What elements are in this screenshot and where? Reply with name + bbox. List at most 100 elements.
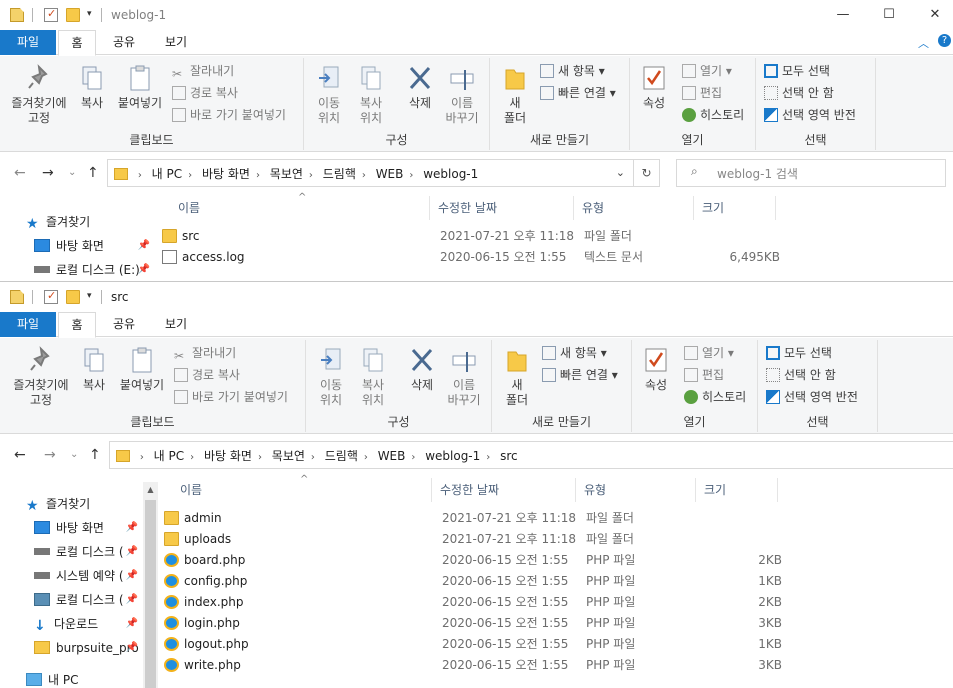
column-header-date[interactable]: 수정한 날짜: [434, 478, 576, 502]
nav-item-downloads[interactable]: ↓ 다운로드 📌: [34, 614, 142, 634]
nav-item-this-pc[interactable]: 내 PC: [26, 670, 154, 688]
nav-item-local-disk[interactable]: 로컬 디스크 (E:) 📌: [34, 260, 154, 280]
breadcrumb-item[interactable]: 목보연: [270, 167, 303, 181]
chevron-down-icon[interactable]: ▾: [87, 291, 95, 305]
column-header-size[interactable]: 크기: [698, 478, 778, 502]
copy-button[interactable]: 복사: [74, 64, 110, 111]
ribbon-collapse-icon[interactable]: ︿: [918, 35, 929, 51]
copy-path-button[interactable]: 경로 복사: [174, 366, 240, 384]
tab-home[interactable]: 홈: [58, 312, 96, 338]
nav-pane-scrollbar[interactable]: ▲: [143, 482, 158, 688]
up-arrow-icon[interactable]: ↑: [89, 447, 101, 463]
pin-to-quick-access-button[interactable]: 즐겨찾기에 고정: [4, 64, 74, 126]
delete-button[interactable]: 삭제: [402, 346, 442, 393]
select-all-button[interactable]: 모두 선택: [766, 344, 832, 362]
move-to-button[interactable]: 이동 위치: [310, 346, 352, 408]
breadcrumb-item[interactable]: 목보연: [272, 449, 305, 463]
properties-quick-icon[interactable]: [10, 8, 24, 22]
paste-shortcut-button[interactable]: 바로 가기 붙여넣기: [174, 388, 288, 406]
scroll-up-icon[interactable]: ▲: [143, 482, 158, 498]
delete-button[interactable]: 삭제: [400, 64, 440, 111]
tab-file[interactable]: 파일: [0, 312, 56, 337]
refresh-icon[interactable]: ↻: [634, 159, 660, 187]
nav-item-quick-access[interactable]: ★ 즐겨찾기: [26, 494, 154, 514]
move-to-button[interactable]: 이동 위치: [308, 64, 350, 126]
tab-share[interactable]: 공유: [104, 30, 144, 55]
new-item-button[interactable]: 새 항목 ▾: [542, 344, 607, 362]
new-folder-quick-icon[interactable]: [66, 290, 80, 304]
new-folder-quick-icon[interactable]: [66, 8, 80, 22]
rename-button[interactable]: 이름 바꾸기: [440, 64, 484, 126]
back-arrow-icon[interactable]: ←: [14, 165, 26, 181]
file-row[interactable]: index.php 2020-06-15 오전 1:55 PHP 파일 2KB: [162, 592, 782, 613]
scrollbar-thumb[interactable]: [145, 500, 156, 688]
properties-button[interactable]: 속성: [634, 64, 674, 111]
breadcrumb-item[interactable]: 바탕 화면: [204, 449, 252, 463]
new-folder-button[interactable]: 새 폴더: [494, 64, 536, 126]
copy-to-button[interactable]: 복사 위치: [350, 64, 392, 126]
column-header-size[interactable]: 크기: [696, 196, 776, 220]
recent-locations-icon[interactable]: ⌄: [68, 167, 76, 178]
file-row[interactable]: uploads 2021-07-21 오후 11:18 파일 폴더: [162, 529, 782, 550]
nav-item-local-disk[interactable]: 로컬 디스크 (📌: [34, 542, 142, 562]
recent-locations-icon[interactable]: ⌄: [70, 449, 78, 460]
copy-to-button[interactable]: 복사 위치: [352, 346, 394, 408]
close-icon[interactable]: ✕: [920, 4, 950, 26]
invert-selection-button[interactable]: 선택 영역 반전: [764, 106, 856, 124]
breadcrumb-item[interactable]: WEB: [378, 449, 406, 463]
cut-button[interactable]: ✂ 잘라내기: [172, 62, 234, 81]
copy-path-button[interactable]: 경로 복사: [172, 84, 238, 102]
nav-item-burpsuite[interactable]: burpsuite_pro 📌: [34, 638, 142, 658]
tab-file[interactable]: 파일: [0, 30, 56, 55]
forward-arrow-icon[interactable]: →: [44, 447, 56, 463]
pin-to-quick-access-button[interactable]: 즐겨찾기에 고정: [6, 346, 76, 408]
open-button[interactable]: 열기 ▾: [682, 62, 732, 80]
cut-button[interactable]: ✂ 잘라내기: [174, 344, 236, 363]
maximize-icon[interactable]: ☐: [874, 4, 904, 26]
copy-button[interactable]: 복사: [76, 346, 112, 393]
checkmark-quick-icon[interactable]: [44, 7, 58, 22]
file-row[interactable]: admin 2021-07-21 오후 11:18 파일 폴더: [162, 508, 782, 529]
help-icon[interactable]: ?: [938, 34, 951, 47]
easy-access-button[interactable]: 빠른 연결 ▾: [542, 366, 618, 384]
tab-share[interactable]: 공유: [104, 312, 144, 337]
file-row[interactable]: src 2021-07-21 오후 11:18 파일 폴더: [160, 226, 780, 247]
breadcrumb-item[interactable]: WEB: [376, 167, 404, 181]
minimize-icon[interactable]: —: [828, 4, 858, 26]
search-input[interactable]: ⌕ weblog-1 검색: [676, 159, 946, 187]
tab-home[interactable]: 홈: [58, 30, 96, 56]
back-arrow-icon[interactable]: ←: [14, 447, 26, 463]
up-arrow-icon[interactable]: ↑: [87, 165, 99, 181]
history-button[interactable]: 히스토리: [684, 388, 746, 406]
breadcrumb-item[interactable]: weblog-1: [423, 167, 478, 181]
paste-button[interactable]: 붙여넣기: [116, 346, 168, 393]
file-row[interactable]: config.php 2020-06-15 오전 1:55 PHP 파일 1KB: [162, 571, 782, 592]
file-row[interactable]: logout.php 2020-06-15 오전 1:55 PHP 파일 1KB: [162, 634, 782, 655]
breadcrumb-item[interactable]: 내 PC: [152, 167, 182, 181]
breadcrumb-item[interactable]: 드림핵: [325, 449, 358, 463]
column-header-type[interactable]: 유형: [576, 196, 694, 220]
open-button[interactable]: 열기 ▾: [684, 344, 734, 362]
edit-button[interactable]: 편집: [684, 366, 724, 384]
select-all-button[interactable]: 모두 선택: [764, 62, 830, 80]
rename-button[interactable]: 이름 바꾸기: [442, 346, 486, 408]
column-header-type[interactable]: 유형: [578, 478, 696, 502]
breadcrumb-item[interactable]: weblog-1: [425, 449, 480, 463]
file-row[interactable]: write.php 2020-06-15 오전 1:55 PHP 파일 3KB: [162, 655, 782, 676]
tab-view[interactable]: 보기: [154, 30, 198, 55]
file-row[interactable]: board.php 2020-06-15 오전 1:55 PHP 파일 2KB: [162, 550, 782, 571]
breadcrumb-item[interactable]: 드림핵: [323, 167, 356, 181]
breadcrumb-item[interactable]: 내 PC: [154, 449, 184, 463]
new-folder-button[interactable]: 새 폴더: [496, 346, 538, 408]
nav-item-local-disk-2[interactable]: 로컬 디스크 (📌: [34, 590, 142, 610]
easy-access-button[interactable]: 빠른 연결 ▾: [540, 84, 616, 102]
file-row[interactable]: access.log 2020-06-15 오전 1:55 텍스트 문서 6,4…: [160, 247, 780, 268]
file-row[interactable]: login.php 2020-06-15 오전 1:55 PHP 파일 3KB: [162, 613, 782, 634]
properties-button[interactable]: 속성: [636, 346, 676, 393]
nav-item-quick-access[interactable]: ★ 즐겨찾기: [26, 212, 154, 232]
history-button[interactable]: 히스토리: [682, 106, 744, 124]
breadcrumb-item[interactable]: src: [500, 449, 518, 463]
tab-view[interactable]: 보기: [154, 312, 198, 337]
select-none-button[interactable]: 선택 안 함: [766, 366, 836, 384]
paste-button[interactable]: 붙여넣기: [114, 64, 166, 111]
